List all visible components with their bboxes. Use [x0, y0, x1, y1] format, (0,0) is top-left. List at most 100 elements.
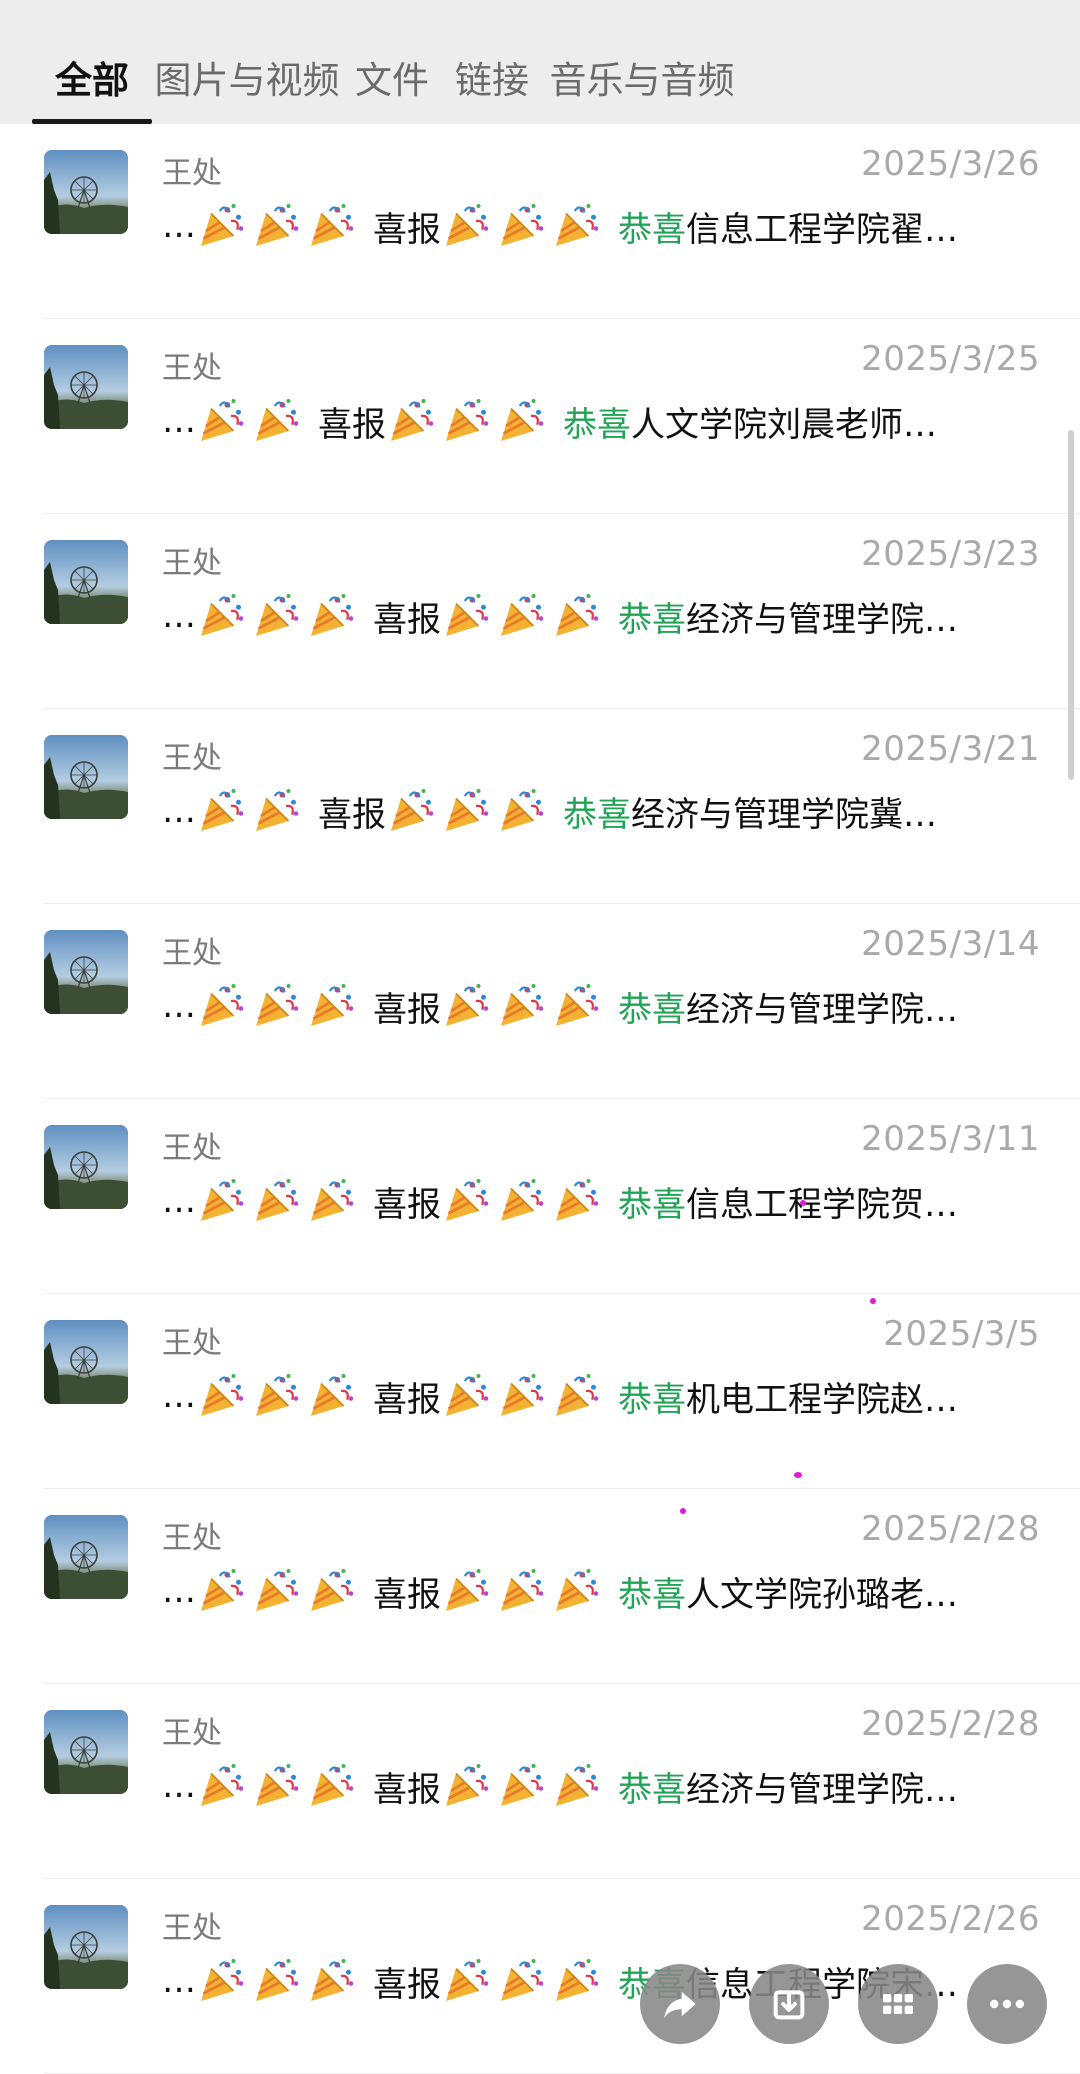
party-popper-icon	[311, 594, 354, 636]
avatar[interactable]	[44, 345, 128, 429]
ellipsis-prefix: …	[162, 1961, 196, 2001]
message-list: 王处 2025/3/26… 喜报 恭喜 信息工程学院翟… 王处 2025/3/25… 喜报 恭喜…	[0, 124, 1080, 2074]
party-popper-icon	[201, 1764, 244, 1806]
ferris-wheel-photo	[44, 735, 128, 819]
highlight-text: 恭喜	[618, 1574, 686, 1615]
list-item[interactable]: 王处 2025/3/23 … 喜报 恭喜 经济与管理学院…	[0, 514, 1080, 709]
sender-name: 王处	[162, 1716, 222, 1751]
list-item[interactable]: 王处 2025/2/28 … 喜报 恭喜 人文学院孙璐老…	[0, 1489, 1080, 1684]
party-popper-icon	[256, 1764, 299, 1806]
party-popper-icon	[201, 789, 244, 831]
label-text: 喜报	[373, 1574, 441, 1615]
party-popper-icon	[556, 984, 599, 1026]
highlight-text: 恭喜	[618, 1184, 686, 1225]
party-popper-icon	[501, 1569, 544, 1611]
sender-name: 王处	[162, 1131, 222, 1166]
tab-files[interactable]: 文件	[342, 0, 442, 124]
avatar[interactable]	[44, 735, 128, 819]
message-text: 经济与管理学院…	[686, 989, 958, 1030]
grid-button[interactable]	[858, 1964, 938, 2044]
avatar[interactable]	[44, 1515, 128, 1599]
list-item[interactable]: 王处 2025/3/5 … 喜报 恭喜 机电工程学院赵…	[0, 1294, 1080, 1489]
party-popper-icon	[446, 594, 489, 636]
ellipsis-prefix: …	[162, 986, 196, 1026]
sender-name: 王处	[162, 1326, 222, 1361]
party-popper-icon	[556, 1179, 599, 1221]
tab-links[interactable]: 链接	[442, 0, 542, 124]
party-popper-icon	[256, 1374, 299, 1416]
party-popper-icon	[556, 1764, 599, 1806]
highlight-text: 恭喜	[618, 209, 686, 250]
party-popper-icon	[501, 1374, 544, 1416]
tab-images-videos[interactable]: 图片与视频	[152, 0, 342, 124]
party-popper-icon	[446, 1569, 489, 1611]
highlight-text: 恭喜	[563, 404, 631, 445]
scrollbar[interactable]	[1068, 430, 1074, 780]
message-date: 2025/3/23	[861, 534, 1040, 574]
avatar[interactable]	[44, 1320, 128, 1404]
download-button[interactable]	[749, 1964, 829, 2044]
message-preview: … 喜报 恭喜 经济与管理学院冀…	[162, 781, 1012, 841]
party-popper-icon	[556, 204, 599, 246]
sender-name: 王处	[162, 741, 222, 776]
message-text: 信息工程学院贺…	[686, 1184, 958, 1225]
list-item[interactable]: 王处 2025/2/28 … 喜报 恭喜 经济与管理学院…	[0, 1684, 1080, 1879]
label-text: 喜报	[318, 794, 386, 835]
tab-all[interactable]: 全部	[32, 0, 152, 124]
party-popper-icon	[311, 1764, 354, 1806]
share-button[interactable]	[640, 1964, 720, 2044]
more-button[interactable]	[967, 1964, 1047, 2044]
avatar[interactable]	[44, 1125, 128, 1209]
party-popper-icon	[256, 399, 299, 441]
avatar[interactable]	[44, 1905, 128, 1989]
avatar[interactable]	[44, 930, 128, 1014]
screen-artifact-dot	[800, 1200, 806, 1206]
ellipsis-prefix: …	[162, 1571, 196, 1611]
ferris-wheel-photo	[44, 930, 128, 1014]
party-popper-icon	[446, 1374, 489, 1416]
message-date: 2025/3/11	[861, 1119, 1040, 1159]
highlight-text: 恭喜	[618, 1379, 686, 1420]
party-popper-icon	[201, 1569, 244, 1611]
message-date: 2025/3/26	[861, 144, 1040, 184]
party-popper-icon	[446, 1179, 489, 1221]
download-icon	[773, 1990, 805, 2020]
ellipsis-prefix: …	[162, 596, 196, 636]
avatar[interactable]	[44, 150, 128, 234]
party-popper-icon	[446, 789, 489, 831]
list-item[interactable]: 王处 2025/3/25 … 喜报 恭喜 人文学院刘晨老师…	[0, 319, 1080, 514]
party-popper-icon	[446, 204, 489, 246]
ferris-wheel-photo	[44, 540, 128, 624]
party-popper-icon	[501, 984, 544, 1026]
list-item[interactable]: 王处 2025/3/11 … 喜报 恭喜 信息工程学院贺…	[0, 1099, 1080, 1294]
label-text: 喜报	[373, 599, 441, 640]
party-popper-icon	[311, 1569, 354, 1611]
avatar[interactable]	[44, 540, 128, 624]
party-popper-icon	[556, 594, 599, 636]
party-popper-icon	[201, 984, 244, 1026]
party-popper-icon	[256, 1179, 299, 1221]
message-date: 2025/3/21	[861, 729, 1040, 769]
party-popper-icon	[201, 594, 244, 636]
sender-name: 王处	[162, 351, 222, 386]
screen-artifact-dot	[680, 1508, 686, 1514]
list-item[interactable]: 王处 2025/3/26 … 喜报 恭喜 信息工程学院翟…	[0, 124, 1080, 319]
label-text: 喜报	[373, 1184, 441, 1225]
list-item[interactable]: 王处 2025/3/21 … 喜报 恭喜 经济与管理学院冀…	[0, 709, 1080, 904]
highlight-text: 恭喜	[618, 1769, 686, 1810]
party-popper-icon	[311, 204, 354, 246]
ferris-wheel-photo	[44, 1515, 128, 1599]
party-popper-icon	[556, 1374, 599, 1416]
share-icon	[664, 1991, 696, 2018]
label-text: 喜报	[318, 404, 386, 445]
party-popper-icon	[446, 1959, 489, 2001]
party-popper-icon	[501, 1764, 544, 1806]
list-item[interactable]: 王处 2025/3/14 … 喜报 恭喜 经济与管理学院…	[0, 904, 1080, 1099]
message-preview: … 喜报 恭喜 经济与管理学院…	[162, 1756, 1012, 1816]
tab-music-audio[interactable]: 音乐与音频	[542, 0, 742, 124]
screen-artifact-dot	[870, 1298, 876, 1304]
label-text: 喜报	[373, 209, 441, 250]
message-text: 人文学院孙璐老…	[686, 1574, 958, 1615]
avatar[interactable]	[44, 1710, 128, 1794]
party-popper-icon	[256, 594, 299, 636]
